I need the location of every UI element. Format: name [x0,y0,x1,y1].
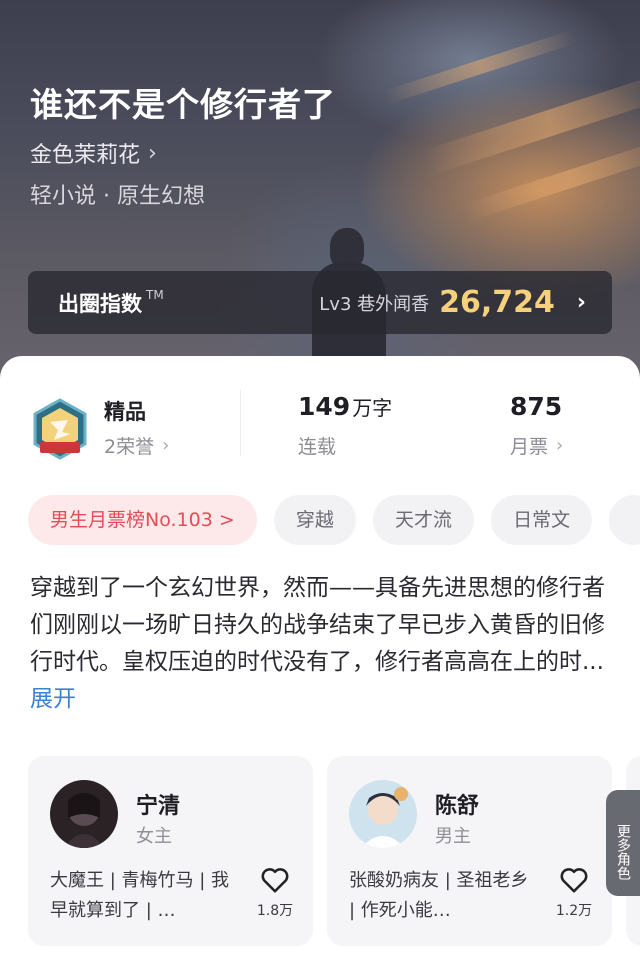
character-list: 宁清 女主 大魔王 | 青梅竹马 | 我早就算到了 | … 1.8万 陈舒 男主… [28,756,640,946]
stats-row: 精品 2荣誉 › 149 万字 连载 875 月票 › [0,356,640,486]
character-tags: 张酸奶病友 | 圣祖老乡 | 作死小能… [349,870,529,921]
index-score: 26,724 [439,285,555,320]
chevron-right-icon: › [148,140,157,166]
character-card[interactable]: 宁清 女主 大魔王 | 青梅竹马 | 我早就算到了 | … 1.8万 [28,756,313,946]
tag-item[interactable]: 天才流 [372,495,474,545]
honors-link[interactable]: 2荣誉 › [104,432,169,459]
author-name: 金色茉莉花 [30,143,141,168]
character-avatar [50,780,118,848]
chevron-right-icon: › [556,435,564,456]
expand-link[interactable]: 展开 [30,686,76,712]
synopsis: 穿越到了一个玄幻世界，然而——具备先进思想的修行者们刚刚以一场旷日持久的战争结束… [30,570,610,718]
word-count-value: 149 [298,392,351,421]
character-role: 女主 [136,826,172,847]
chevron-right-icon: › [162,435,170,456]
tag-list: 男生月票榜No.103 > 穿越 天才流 日常文 [28,495,640,545]
trademark-mark: TM [146,287,164,302]
serial-status: 连载 [298,436,337,458]
chevron-right-icon: › [576,290,586,315]
like-button[interactable]: 1.8万 [255,866,295,920]
character-role: 男主 [435,826,471,847]
book-title: 谁还不是个修行者了 [30,85,336,124]
index-level: Lv3 巷外闻香 [319,293,430,315]
quality-badge-icon[interactable] [32,398,88,460]
tag-item-partial[interactable] [609,495,640,545]
character-name: 宁清 [136,794,181,819]
character-card[interactable]: 陈舒 男主 张酸奶病友 | 圣祖老乡 | 作死小能… 1.2万 [327,756,612,946]
tag-item[interactable]: 日常文 [491,495,593,545]
popularity-index-bar[interactable]: 出圈指数 TM Lv3 巷外闻香 26,724 › [28,271,612,334]
character-name: 陈舒 [435,794,480,819]
heart-icon [261,868,289,893]
like-count: 1.2万 [555,903,593,919]
tag-rank[interactable]: 男生月票榜No.103 > [28,495,257,545]
honors-count: 2荣誉 [104,436,155,458]
quality-title: 精品 [104,400,146,424]
index-label: 出圈指数 [58,291,142,316]
tag-item[interactable]: 穿越 [273,495,356,545]
like-button[interactable]: 1.2万 [554,866,594,920]
heart-icon [560,868,588,893]
book-genre: 轻小说 · 原生幻想 [30,184,205,209]
monthly-ticket-link[interactable]: 月票 › [510,432,563,459]
divider [240,390,241,456]
like-count: 1.8万 [256,903,294,919]
character-tags: 大魔王 | 青梅竹马 | 我早就算到了 | … [50,870,230,921]
word-count-unit: 万字 [352,396,393,420]
book-detail-card: 精品 2荣誉 › 149 万字 连载 875 月票 › 男生月票榜No.103 … [0,356,640,960]
word-count: 149 万字 [298,392,392,421]
character-avatar [349,780,417,848]
monthly-ticket-label: 月票 [510,436,549,458]
synopsis-text: 穿越到了一个玄幻世界，然而——具备先进思想的修行者们刚刚以一场旷日持久的战争结束… [30,575,605,675]
author-link[interactable]: 金色茉莉花 › [30,137,157,169]
hero-cover: 谁还不是个修行者了 金色茉莉花 › 轻小说 · 原生幻想 出圈指数 TM Lv3… [0,0,640,400]
monthly-ticket-count: 875 [510,392,563,421]
more-characters-button[interactable]: 更多角色 [606,790,640,896]
